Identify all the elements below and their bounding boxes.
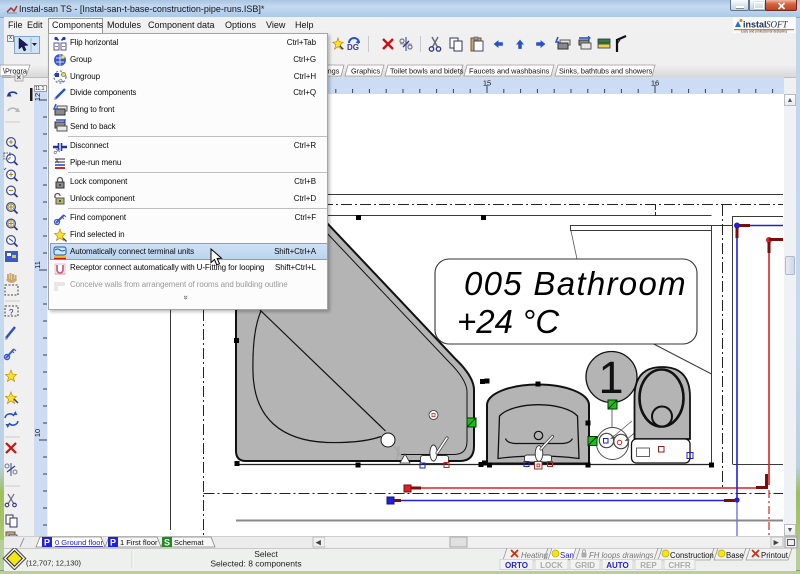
svg-text:(12,707; 12,130): (12,707; 12,130) xyxy=(26,559,82,568)
svg-text:X: X xyxy=(55,159,59,165)
svg-text:Toilet bowls and bidets: Toilet bowls and bidets xyxy=(390,67,464,76)
svg-text:ORTO: ORTO xyxy=(505,561,528,570)
svg-text:FH loops drawings: FH loops drawings xyxy=(589,551,654,560)
svg-text:▶: ▶ xyxy=(774,540,780,547)
svg-text:Schemat: Schemat xyxy=(174,538,205,547)
svg-text:CHFR: CHFR xyxy=(668,561,690,570)
svg-text:Sinks, bathtubs and showers: Sinks, bathtubs and showers xyxy=(559,67,653,76)
svg-text:Heating: Heating xyxy=(521,551,549,560)
svg-text:Base: Base xyxy=(726,551,744,560)
svg-text:GRID: GRID xyxy=(575,561,595,570)
svg-text:15: 15 xyxy=(483,79,491,88)
svg-text:Faucets and washbasins: Faucets and washbasins xyxy=(469,67,550,76)
svg-text:ings: ings xyxy=(326,67,340,76)
svg-text:REP: REP xyxy=(640,561,657,570)
svg-text:Selected: 8 components: Selected: 8 components xyxy=(210,559,301,569)
svg-text:P: P xyxy=(44,538,50,548)
svg-text:instal: instal xyxy=(743,20,767,30)
svg-text:?: ? xyxy=(9,308,14,317)
svg-text:1 First floor: 1 First floor xyxy=(120,538,158,547)
svg-text:005 Bathroom: 005 Bathroom xyxy=(464,265,687,302)
svg-text:San: San xyxy=(560,551,574,560)
svg-text:P: P xyxy=(110,538,116,548)
svg-text:Construction: Construction xyxy=(670,551,714,560)
svg-text:Graphics: Graphics xyxy=(351,67,381,76)
svg-text:Printout: Printout xyxy=(761,551,789,560)
svg-text:SOFT: SOFT xyxy=(766,20,788,30)
svg-text:LOCK: LOCK xyxy=(540,561,563,570)
svg-text:0 Ground floor: 0 Ground floor xyxy=(55,538,103,547)
svg-text:16: 16 xyxy=(651,79,659,88)
svg-text:1: 1 xyxy=(598,352,623,403)
svg-text:Select: Select xyxy=(254,549,278,559)
svg-text:AUTO: AUTO xyxy=(606,561,629,570)
svg-text:◀: ◀ xyxy=(316,540,322,547)
svg-text:+24 °C: +24 °C xyxy=(457,303,560,340)
svg-text:S: S xyxy=(164,538,170,548)
svg-text:DG: DG xyxy=(347,43,359,52)
